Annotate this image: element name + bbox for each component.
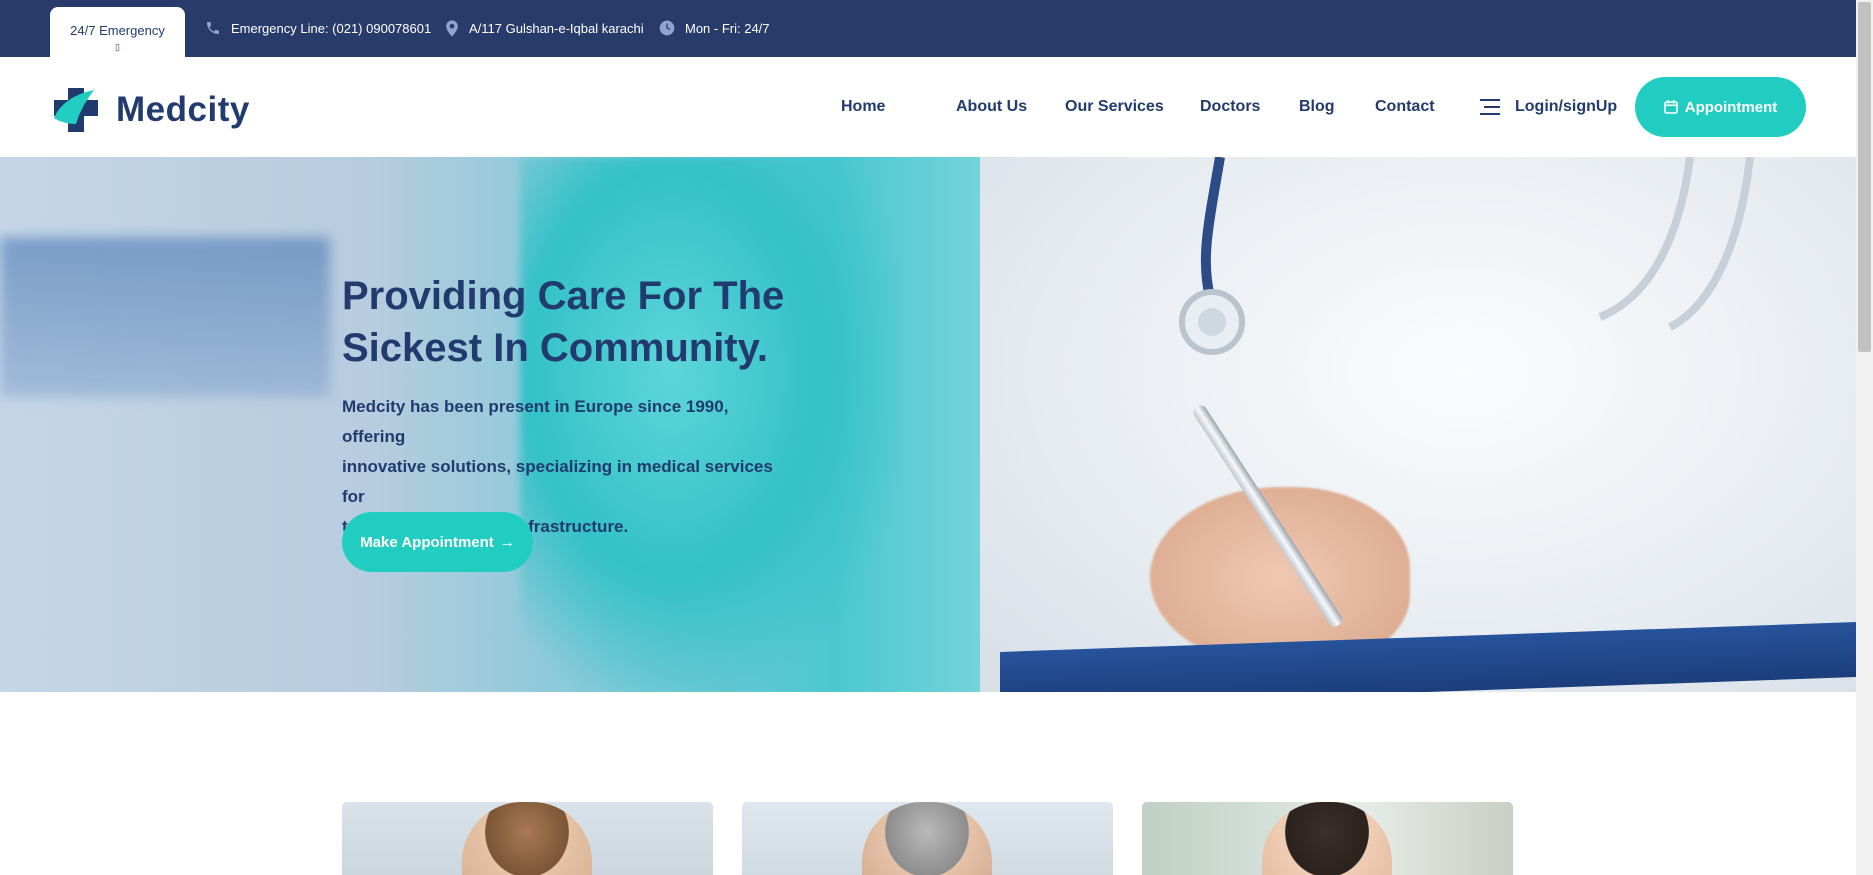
doctor-card[interactable] xyxy=(1142,802,1513,875)
address-text: A/117 Gulshan-e-Iqbal karachi xyxy=(469,20,644,36)
hero-text-line-2: innovative solutions, specializing in me… xyxy=(342,457,773,506)
scrollbar-thumb[interactable] xyxy=(1858,2,1871,352)
page-scrollbar[interactable] xyxy=(1856,0,1873,875)
page: 24/7 Emergency ▯ Emergency Line: (021) 0… xyxy=(0,0,1873,875)
doctor-card[interactable] xyxy=(342,802,713,875)
phone-text: Emergency Line: (021) 090078601 xyxy=(231,20,432,36)
doctor-photo xyxy=(1262,802,1392,875)
menu-lines-icon[interactable] xyxy=(1480,99,1502,115)
appointment-button[interactable]: Appointment xyxy=(1635,77,1806,137)
logo-text: Medcity xyxy=(116,90,250,129)
hero-title: Providing Care For The Sickest In Commun… xyxy=(342,270,842,374)
nav-doctors[interactable]: Doctors xyxy=(1200,98,1260,116)
main-header: Medcity Home About Us Our Services Docto… xyxy=(0,57,1856,157)
hero-title-line-2: Sickest In Community. xyxy=(342,326,769,370)
arrow-right-icon: → xyxy=(499,533,515,551)
top-bar: 24/7 Emergency ▯ Emergency Line: (021) 0… xyxy=(0,0,1856,57)
hero-title-line-1: Providing Care For The xyxy=(342,274,785,318)
hero-bg-window xyxy=(0,237,330,397)
nav-our-services[interactable]: Our Services xyxy=(1065,98,1164,116)
doctor-photo xyxy=(462,802,592,875)
emergency-phone[interactable]: Emergency Line: (021) 090078601 xyxy=(205,18,431,38)
hours-text: Mon - Fri: 24/7 xyxy=(685,20,770,36)
doctor-photo xyxy=(862,802,992,875)
location-pin-icon xyxy=(446,19,458,37)
emergency-label: 24/7 Emergency xyxy=(70,23,165,38)
clock-icon xyxy=(659,20,675,36)
login-signup-link[interactable]: Login/signUp xyxy=(1515,98,1617,116)
doctor-card[interactable] xyxy=(742,802,1113,875)
hours: Mon - Fri: 24/7 xyxy=(659,18,770,38)
logo[interactable]: Medcity xyxy=(50,84,250,136)
phone-small-icon: ▯ xyxy=(115,42,120,52)
calendar-icon xyxy=(1663,100,1678,114)
hero-text-line-1: Medcity has been present in Europe since… xyxy=(342,397,729,446)
nav-contact[interactable]: Contact xyxy=(1375,98,1435,116)
make-appointment-button[interactable]: Make Appointment → xyxy=(342,512,533,572)
medical-cross-logo-icon xyxy=(54,88,98,132)
emergency-tab[interactable]: 24/7 Emergency ▯ xyxy=(50,7,185,57)
nav-home[interactable]: Home xyxy=(841,98,885,116)
stethoscope-image xyxy=(1179,157,1754,355)
appointment-label: Appointment xyxy=(1684,98,1778,116)
nav-about-us[interactable]: About Us xyxy=(956,98,1027,116)
phone-icon xyxy=(207,22,219,34)
nav-blog[interactable]: Blog xyxy=(1299,98,1335,116)
hero-banner xyxy=(0,157,1856,692)
make-appointment-label: Make Appointment xyxy=(360,533,494,551)
address: A/117 Gulshan-e-Iqbal karachi xyxy=(445,18,644,38)
